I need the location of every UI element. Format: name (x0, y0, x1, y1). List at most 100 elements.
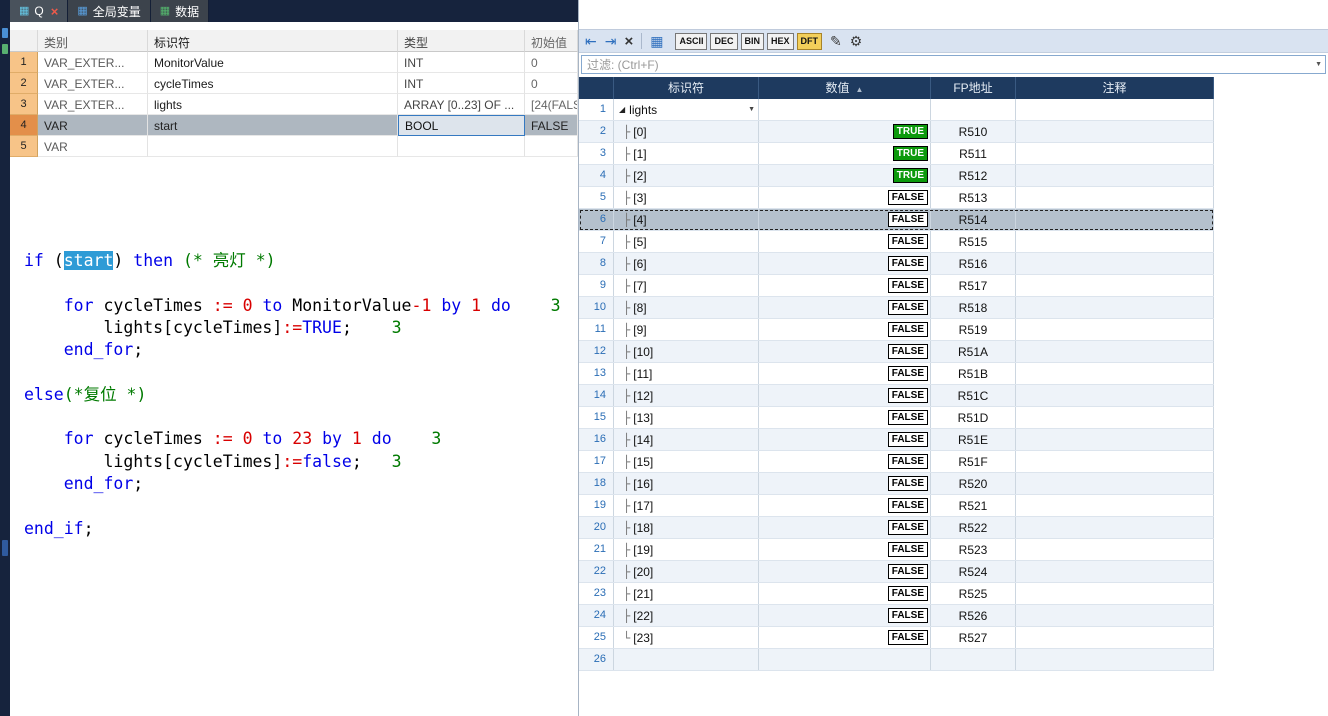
category-cell[interactable]: VAR (38, 115, 148, 136)
header-identifier[interactable]: 标识符 (614, 77, 759, 99)
category-cell[interactable]: VAR_EXTER... (38, 52, 148, 73)
variable-row[interactable]: 3VAR_EXTER...lightsARRAY [0..23] OF ...[… (10, 94, 578, 115)
header-identifier[interactable]: 标识符 (148, 30, 398, 52)
row-number-cell[interactable]: 4 (10, 115, 38, 136)
identifier-cell[interactable]: ├[21] (614, 583, 759, 604)
value-cell[interactable]: FALSE (759, 407, 931, 428)
watch-row[interactable]: 14├[12]FALSER51C (579, 385, 1214, 407)
identifier-cell[interactable]: ├[12] (614, 385, 759, 406)
watch-row[interactable]: 21├[19]FALSER523 (579, 539, 1214, 561)
row-number-cell[interactable]: 19 (579, 495, 614, 516)
identifier-cell[interactable]: ├[18] (614, 517, 759, 538)
format-button-hex[interactable]: HEX (767, 33, 794, 50)
identifier-cell[interactable] (148, 136, 398, 157)
row-number-cell[interactable]: 26 (579, 649, 614, 670)
combo-dropdown-icon[interactable]: ▼ (748, 106, 758, 113)
row-number-cell[interactable]: 24 (579, 605, 614, 626)
comment-cell[interactable] (1016, 341, 1214, 362)
watch-row[interactable]: 4├[2]TRUER512 (579, 165, 1214, 187)
comment-cell[interactable] (1016, 385, 1214, 406)
watch-row[interactable]: 24├[22]FALSER526 (579, 605, 1214, 627)
comment-cell[interactable] (1016, 231, 1214, 252)
format-button-dft[interactable]: DFT (797, 33, 823, 50)
expand-triangle-icon[interactable]: ◢ (619, 105, 625, 114)
insert-row-after-icon[interactable]: ⇥ (605, 34, 617, 48)
identifier-cell[interactable]: ├[22] (614, 605, 759, 626)
edit-pencil-icon[interactable]: ✎ (830, 34, 842, 48)
identifier-cell[interactable]: ├[4] (614, 209, 759, 230)
identifier-cell[interactable]: ├[15] (614, 451, 759, 472)
watch-row[interactable]: 8├[6]FALSER516 (579, 253, 1214, 275)
watch-row[interactable]: 6├[4]FALSER514 (579, 209, 1214, 231)
comment-cell[interactable] (1016, 121, 1214, 142)
value-cell[interactable]: FALSE (759, 473, 931, 494)
row-number-cell[interactable]: 2 (579, 121, 614, 142)
variable-row[interactable]: 4VARstartBOOLFALSE (10, 115, 578, 136)
variable-row[interactable]: 1VAR_EXTER...MonitorValueINT0 (10, 52, 578, 73)
comment-cell[interactable] (1016, 99, 1214, 120)
format-button-ascii[interactable]: ASCII (675, 33, 707, 50)
comment-cell[interactable] (1016, 187, 1214, 208)
value-cell[interactable]: FALSE (759, 385, 931, 406)
identifier-cell[interactable]: ◢lights▼ (614, 99, 759, 120)
tab-global-variables[interactable]: ▦ 全局变量 (68, 0, 150, 22)
row-number-cell[interactable]: 3 (10, 94, 38, 115)
identifier-cell[interactable]: ├[10] (614, 341, 759, 362)
row-number-cell[interactable]: 20 (579, 517, 614, 538)
watch-row[interactable]: 7├[5]FALSER515 (579, 231, 1214, 253)
close-icon[interactable]: × (51, 4, 59, 19)
comment-cell[interactable] (1016, 539, 1214, 560)
comment-cell[interactable] (1016, 473, 1214, 494)
dock-panel-icon[interactable] (2, 28, 8, 38)
identifier-cell[interactable]: ├[8] (614, 297, 759, 318)
comment-cell[interactable] (1016, 253, 1214, 274)
comment-cell[interactable] (1016, 363, 1214, 384)
value-cell[interactable]: FALSE (759, 253, 931, 274)
value-cell[interactable]: FALSE (759, 297, 931, 318)
identifier-cell[interactable]: ├[1] (614, 143, 759, 164)
identifier-cell[interactable]: ├[6] (614, 253, 759, 274)
header-fp-address[interactable]: FP地址 (931, 77, 1016, 99)
header-value[interactable]: 数值▲ (759, 77, 931, 99)
initial-value-cell[interactable]: [24(FALS (525, 94, 578, 115)
row-number-cell[interactable]: 6 (579, 209, 614, 230)
watch-row[interactable]: 11├[9]FALSER519 (579, 319, 1214, 341)
value-cell[interactable]: FALSE (759, 363, 931, 384)
row-number-cell[interactable]: 22 (579, 561, 614, 582)
value-cell[interactable]: FALSE (759, 495, 931, 516)
filter-input[interactable] (581, 55, 1326, 74)
identifier-cell[interactable]: ├[13] (614, 407, 759, 428)
row-number-cell[interactable]: 7 (579, 231, 614, 252)
delete-row-icon[interactable]: × (624, 34, 633, 49)
value-cell[interactable] (759, 649, 931, 670)
identifier-cell[interactable]: ├[5] (614, 231, 759, 252)
comment-cell[interactable] (1016, 165, 1214, 186)
row-number-cell[interactable]: 16 (579, 429, 614, 450)
value-cell[interactable]: FALSE (759, 583, 931, 604)
category-cell[interactable]: VAR_EXTER... (38, 73, 148, 94)
value-cell[interactable]: FALSE (759, 209, 931, 230)
initial-value-cell[interactable]: FALSE (525, 115, 578, 136)
watch-row[interactable]: 9├[7]FALSER517 (579, 275, 1214, 297)
value-cell[interactable]: FALSE (759, 451, 931, 472)
value-cell[interactable]: FALSE (759, 539, 931, 560)
identifier-cell[interactable]: cycleTimes (148, 73, 398, 94)
row-number-cell[interactable]: 15 (579, 407, 614, 428)
watch-row[interactable]: 19├[17]FALSER521 (579, 495, 1214, 517)
watch-row[interactable]: 3├[1]TRUER511 (579, 143, 1214, 165)
watch-row[interactable]: 16├[14]FALSER51E (579, 429, 1214, 451)
dock-panel-icon[interactable] (2, 44, 8, 54)
type-cell[interactable]: INT (398, 73, 525, 94)
row-number-cell[interactable]: 4 (579, 165, 614, 186)
row-number-cell[interactable]: 17 (579, 451, 614, 472)
initial-value-cell[interactable] (525, 136, 578, 157)
type-cell[interactable]: INT (398, 52, 525, 73)
category-cell[interactable]: VAR (38, 136, 148, 157)
row-number-cell[interactable]: 11 (579, 319, 614, 340)
identifier-cell[interactable]: ├[16] (614, 473, 759, 494)
value-cell[interactable]: FALSE (759, 319, 931, 340)
comment-cell[interactable] (1016, 429, 1214, 450)
comment-cell[interactable] (1016, 209, 1214, 230)
value-cell[interactable]: TRUE (759, 165, 931, 186)
identifier-cell[interactable]: ├[14] (614, 429, 759, 450)
